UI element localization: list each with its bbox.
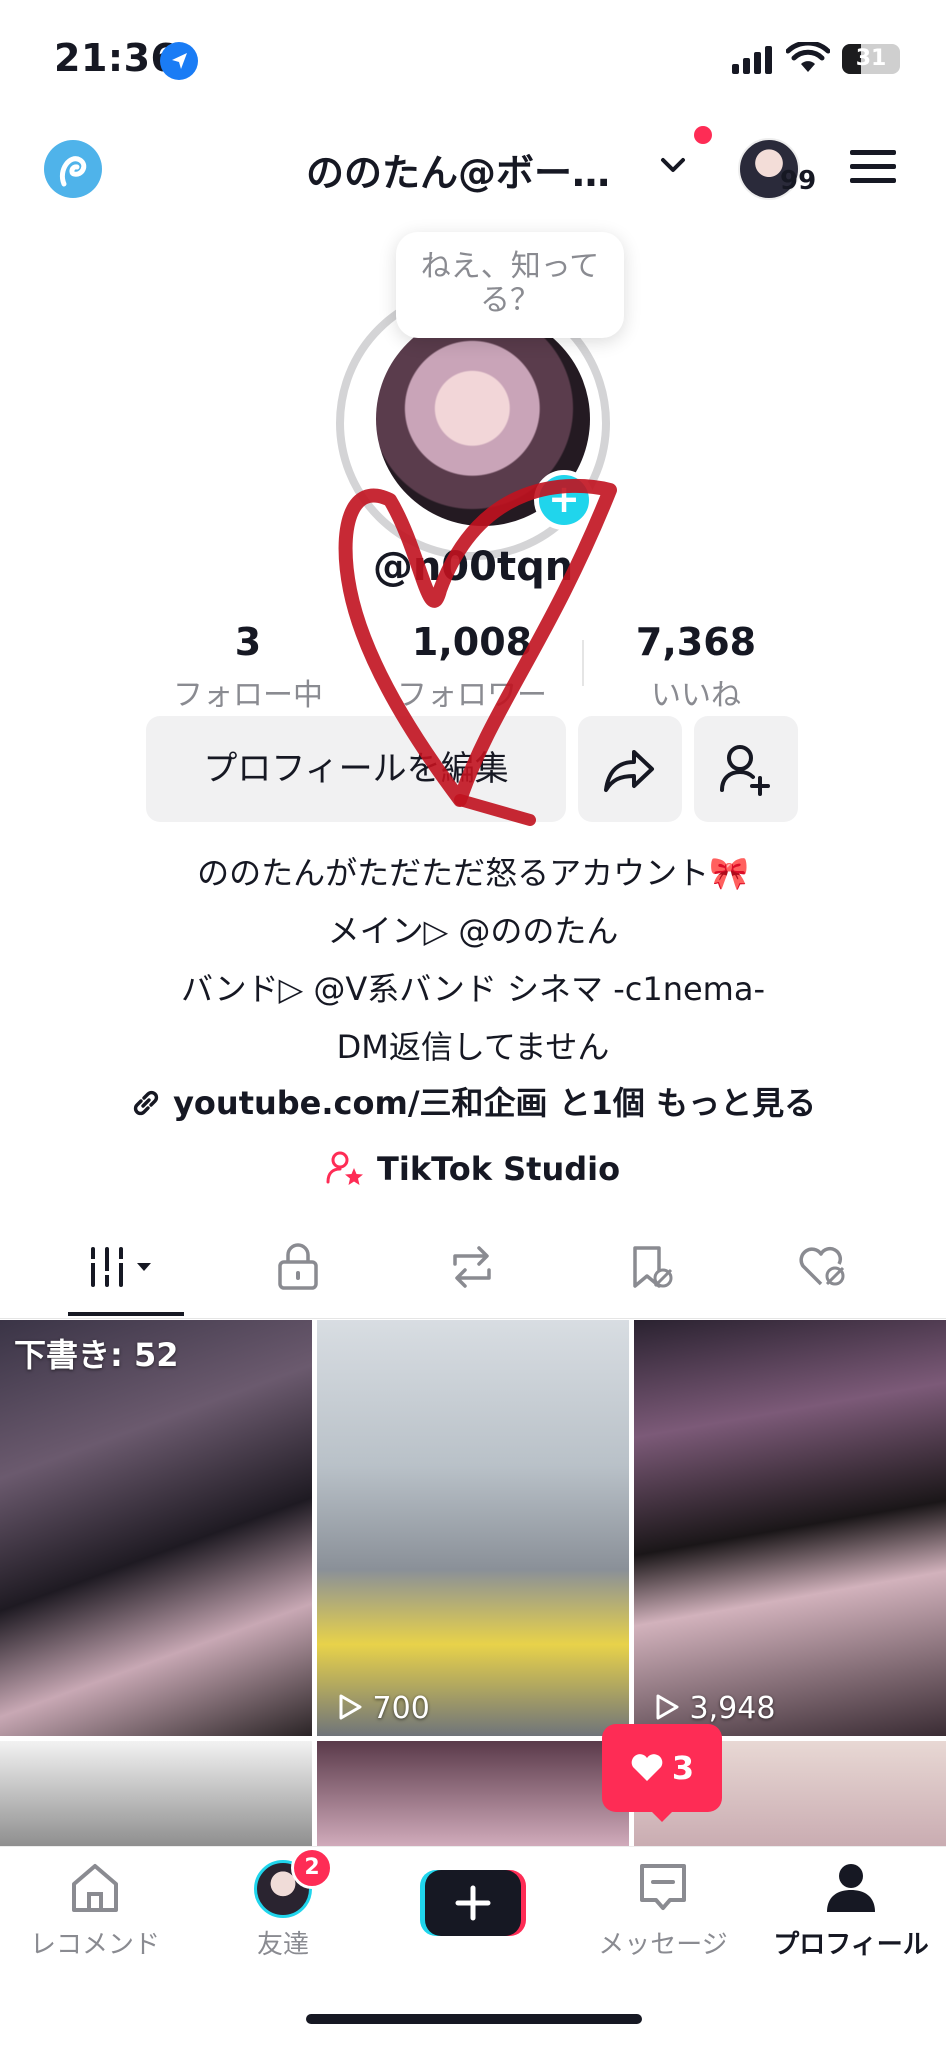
bio-line: ののたんがただただ怒るアカウント🎀 [197,854,749,892]
battery-icon: 31 [842,44,900,74]
plus-icon [455,1885,491,1921]
tab-videos[interactable] [66,1238,186,1296]
edit-profile-button[interactable]: プロフィールを編集 [146,716,566,822]
draft-count-label: 下書き: 52 [14,1336,179,1374]
stat-divider [582,640,584,686]
nav-home[interactable]: レコメンド [0,1860,190,1961]
grid-filter-icon [89,1247,151,1287]
account-switcher-title[interactable]: ののたん@ボー… [306,142,610,197]
friends-badge: 2 [291,1847,333,1889]
stat-value: 1,008 [411,620,533,664]
nav-label: メッセージ [598,1930,728,1960]
nav-label: 友達 [256,1930,309,1960]
cellular-signal-icon [730,44,776,78]
message-icon [640,1864,686,1910]
note-text-line1: ねえ、知って [420,249,600,284]
status-time: 21:36 [54,36,178,80]
bio-link[interactable]: youtube.com/三和企画 と1個 もっと見る [0,1078,946,1124]
heart-hidden-icon [799,1247,845,1286]
chevron-down-icon[interactable] [656,148,690,186]
home-indicator [306,2014,642,2024]
stat-label: フォロワー [397,678,547,713]
video-thumbnail[interactable]: 700 [317,1320,629,1736]
stat-label: いいね [651,678,741,713]
stat-following[interactable]: 3 フォロー中 [148,620,348,714]
like-count: 3 [671,1749,695,1787]
home-icon [72,1864,118,1912]
video-thumbnail[interactable] [0,1741,312,1851]
username: @n0‍0tqn [372,544,574,590]
draft-video-thumbnail[interactable]: 下書き: 52 [0,1320,312,1736]
battery-level: 31 [855,46,887,71]
tab-favorites[interactable] [590,1238,710,1296]
active-tab-indicator [68,1312,184,1316]
profile-icon [827,1864,875,1912]
view-count: 3,948 [654,1691,775,1726]
nav-friends[interactable]: 2 友達 [188,1847,378,1961]
avatar-count: 99 [780,166,817,196]
studio-label: TikTok Studio [377,1150,621,1188]
tabs-divider [0,1318,946,1319]
stat-followers[interactable]: 1,008 フォロワー [372,620,572,714]
menu-icon[interactable] [850,148,896,190]
add-story-icon[interactable]: + [534,470,594,530]
creator-star-icon [326,1150,377,1188]
location-arrow-icon [160,42,198,80]
play-icon [656,1694,679,1720]
note-bubble[interactable]: ねえ、知って る？ [396,232,624,338]
bio-link-text: youtube.com/三和企画 と1個 もっと見る [173,1084,817,1122]
note-text-line2: る？ [480,283,540,318]
play-icon [339,1694,362,1720]
stat-label: フォロー中 [173,678,323,713]
wifi-icon [785,40,831,78]
tiktok-studio-link[interactable]: TikTok Studio [0,1150,946,1188]
bio-line: バンド▷ @V系バンド シネマ -c1nema- [180,970,765,1008]
bio-line: メイン▷ @ののたん [327,912,619,950]
like-notification-popup[interactable]: 3 [602,1724,722,1812]
nav-inbox[interactable]: メッセージ [568,1860,758,1961]
view-count-value: 3,948 [689,1691,776,1726]
video-thumbnail[interactable] [317,1741,629,1851]
bio-line: DM返信してません [336,1028,610,1066]
friends-avatar: 2 [254,1847,333,1918]
view-count-value: 700 [372,1691,430,1726]
create-button[interactable] [420,1870,526,1936]
share-profile-button[interactable] [578,716,682,822]
stat-value: 7,368 [635,620,757,664]
add-friend-button[interactable] [694,716,798,822]
tab-private[interactable] [238,1238,358,1296]
link-icon [130,1084,173,1122]
stat-value: 3 [234,620,262,664]
nav-profile[interactable]: プロフィール [756,1860,946,1961]
tab-liked[interactable] [762,1238,882,1296]
video-thumbnail[interactable]: 3,948 [634,1320,946,1736]
popup-tail [646,1806,678,1822]
stat-likes[interactable]: 7,368 いいね [596,620,796,714]
tab-reposts[interactable] [412,1238,532,1296]
bookmark-hidden-icon [633,1246,673,1288]
app-link-icon[interactable] [44,140,102,198]
view-count: 700 [337,1691,430,1726]
nav-label: レコメンド [29,1930,160,1960]
repost-icon [453,1246,491,1288]
lock-icon [278,1243,318,1290]
notification-dot [694,126,712,144]
heart-icon [631,1754,663,1781]
nav-label: プロフィール [773,1930,929,1960]
